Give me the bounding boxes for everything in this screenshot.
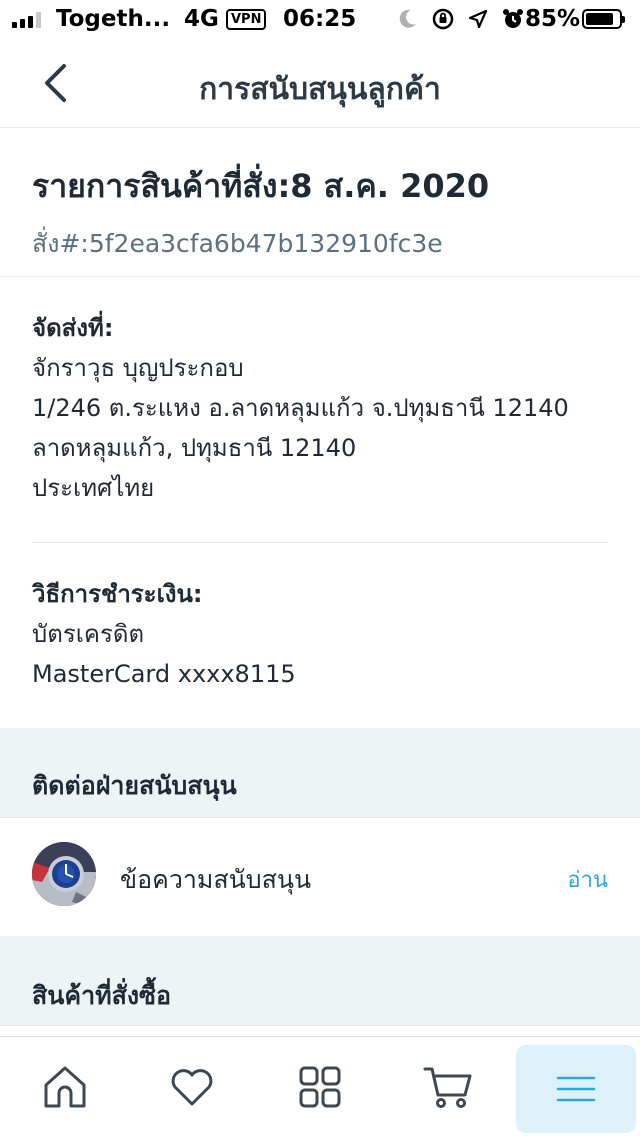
location-arrow-icon [468,9,488,29]
grid-icon [299,1066,341,1108]
menu-icon [556,1076,596,1102]
shipping-line: ประเทศไทย [32,474,155,502]
shipping-label: จัดส่งที่: [32,314,114,342]
order-number: สั่ง#:5f2ea3cfa6b47b132910fc3e [32,229,443,258]
payment-line: บัตรเครดิต [32,620,145,648]
order-title: รายการสินค้าที่สั่ง:8 ส.ค. 2020 [32,167,490,205]
orientation-lock-icon [432,8,454,30]
nav-home-button[interactable] [10,1037,120,1136]
cart-icon [423,1067,472,1108]
payment-line: MasterCard xxxx8115 [32,660,296,688]
vpn-badge: VPN [226,9,267,30]
contact-section-title: ติดต่อฝ่ายสนับสนุน [32,771,237,800]
avatar [32,842,96,906]
nav-menu-button[interactable] [516,1045,636,1133]
support-message-row[interactable]: ข้อความสนับสนุน อ่าน [0,818,640,936]
alarm-icon [503,9,523,28]
page-title: การสนับสนุนลูกค้า [199,72,441,107]
app-header: การสนับสนุนลูกค้า [0,40,640,128]
nav-favorites-button[interactable] [137,1037,247,1136]
bottom-nav [0,1036,640,1136]
shipping-line: ลาดหลุมแก้ว, ปทุมธานี 12140 [32,434,357,462]
heart-icon [171,1069,213,1106]
home-icon [44,1066,86,1108]
shipping-line: 1/246 ต.ระแหง อ.ลาดหลุมแก้ว จ.ปทุมธานี 1… [32,394,569,422]
status-bar: Togeth... 4G VPN 06:25 85% [0,0,640,40]
products-section-header: สินค้าที่สั่งซื้อ [0,936,640,1026]
status-time: 06:25 [283,6,357,32]
carrier-name: Togeth... [56,6,171,32]
support-message-label: ข้อความสนับสนุน [120,865,312,894]
network-type: 4G [184,6,219,32]
signal-strength-icon [12,12,41,28]
divider [32,542,608,543]
read-link[interactable]: อ่าน [567,862,608,897]
moon-icon [399,9,416,28]
contact-section-header: ติดต่อฝ่ายสนับสนุน [0,728,640,818]
products-section-title: สินค้าที่สั่งซื้อ [32,981,172,1010]
battery-icon [582,9,625,29]
nav-categories-button[interactable] [265,1037,375,1136]
payment-label: วิธีการชำระเงิน: [32,580,203,608]
battery-percent: 85% [525,6,581,32]
shipping-line: จักราวุธ บุญประกอบ [32,354,244,382]
shipping-info: จัดส่งที่: จักราวุธ บุญประกอบ 1/246 ต.ระ… [32,308,608,508]
order-summary: รายการสินค้าที่สั่ง:8 ส.ค. 2020 สั่ง#:5f… [0,129,640,277]
nav-cart-button[interactable] [393,1037,503,1136]
status-icons [398,8,524,30]
payment-info: วิธีการชำระเงิน: บัตรเครดิต MasterCard x… [32,574,608,694]
